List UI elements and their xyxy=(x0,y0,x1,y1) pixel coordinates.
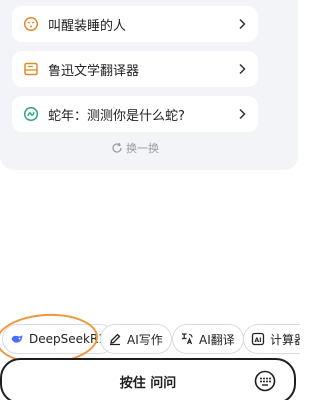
suggestion-card[interactable]: 叫醒装睡的人 xyxy=(12,6,258,42)
tool-chips-row: DeepSeekR1 AI写作 AI翻译 AI 计算 xyxy=(0,324,300,356)
hold-to-ask-label: 按住 问问 xyxy=(119,376,177,391)
translate-icon xyxy=(180,332,194,346)
face-icon xyxy=(22,15,40,33)
chevron-right-icon xyxy=(236,18,248,30)
snake-icon xyxy=(22,105,40,123)
ai-box-icon: AI xyxy=(251,332,265,346)
chip-deepseek[interactable]: DeepSeekR1 xyxy=(2,324,115,354)
chip-ai-writing[interactable]: AI写作 xyxy=(100,324,172,354)
suggestions-panel: 叫醒装睡的人 鲁迅文学翻译器 蛇年：测测你是什么蛇? 换一换 xyxy=(0,0,298,170)
hold-to-ask-bar[interactable]: 按住 问问 xyxy=(0,358,296,400)
chevron-right-icon xyxy=(236,108,248,120)
whale-icon xyxy=(10,332,24,346)
screen: 叫醒装睡的人 鲁迅文学翻译器 蛇年：测测你是什么蛇? 换一换 DeepSeekR… xyxy=(0,0,300,400)
chevron-right-icon xyxy=(236,63,248,75)
chip-label: DeepSeekR1 xyxy=(29,332,106,346)
suggestion-card[interactable]: 蛇年：测测你是什么蛇? xyxy=(12,96,258,132)
chip-label: AI写作 xyxy=(127,332,163,347)
chip-label: AI翻译 xyxy=(199,332,235,347)
pen-icon xyxy=(108,332,122,346)
book-icon xyxy=(22,60,40,78)
suggestion-label: 蛇年：测测你是什么蛇? xyxy=(48,108,185,124)
refresh-icon xyxy=(112,142,122,153)
suggestion-card[interactable]: 鲁迅文学翻译器 xyxy=(12,51,258,87)
suggestion-label: 鲁迅文学翻译器 xyxy=(48,63,140,79)
chip-label: 计算器 xyxy=(270,332,300,347)
chip-ai-translate[interactable]: AI翻译 xyxy=(172,324,244,354)
keyboard-icon[interactable] xyxy=(254,370,276,392)
chip-calculator[interactable]: AI 计算器 xyxy=(243,324,300,354)
refresh-button[interactable]: 换一换 xyxy=(0,140,270,156)
refresh-label: 换一换 xyxy=(126,142,159,155)
svg-text:AI: AI xyxy=(255,337,262,344)
suggestion-label: 叫醒装睡的人 xyxy=(48,18,127,34)
